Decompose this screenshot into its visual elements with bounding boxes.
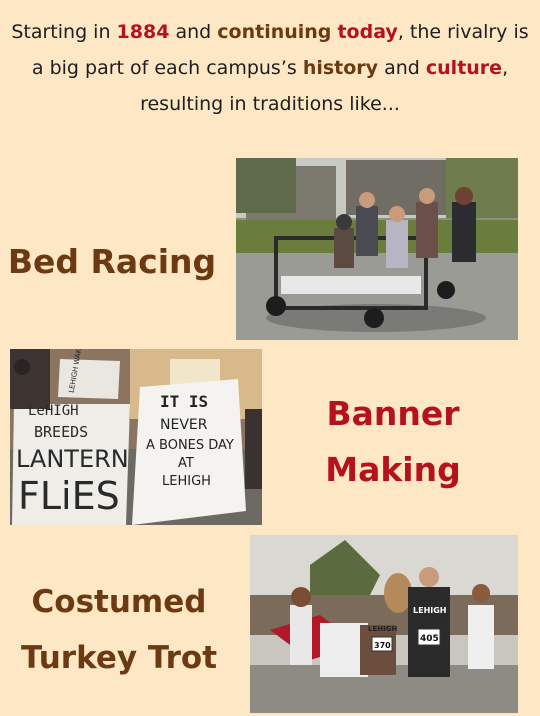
banner-right-line4: AT xyxy=(178,456,194,471)
intro-text: Starting in 1884 and continuing today, t… xyxy=(8,14,532,122)
culture-highlight: culture xyxy=(425,57,503,79)
banner-making-label: Banner Making xyxy=(280,386,506,498)
continuing-highlight: continuing xyxy=(217,21,332,43)
banner-right-line3: A BONES DAY xyxy=(146,438,234,453)
today-highlight: today xyxy=(337,21,398,43)
history-highlight: history xyxy=(302,57,379,79)
banner-making-line2: Making xyxy=(325,450,461,489)
bed-racing-image xyxy=(236,158,518,340)
shirt-text-2: LEHIGH xyxy=(413,606,447,615)
banner-making-photo: LEHIGH WAKES THEN MOM LAFAYETTE LeHIGH B… xyxy=(10,349,262,525)
turkey-trot-label: Costumed Turkey Trot xyxy=(6,574,232,686)
turkey-trot-line1: Costumed xyxy=(31,584,207,620)
banner-left-line2: BREEDS xyxy=(34,423,88,441)
turkey-trot-line2: Turkey Trot xyxy=(20,640,218,676)
banner-left-line4: FLiES xyxy=(18,474,120,518)
bib-370: 370 xyxy=(374,641,391,650)
bed-racing-label: Bed Racing xyxy=(6,236,218,288)
banner-left-line3: LANTERN xyxy=(16,445,129,473)
intro-part: Starting in xyxy=(11,21,117,43)
year-highlight: 1884 xyxy=(116,21,170,43)
banner-making-line1: Banner xyxy=(326,394,460,433)
bib-405: 405 xyxy=(420,634,439,644)
banner-right-line1: IT IS xyxy=(160,392,208,411)
intro-part: and xyxy=(169,21,218,43)
banner-right-line5: LEHIGH xyxy=(162,474,211,489)
banner-making-image: LEHIGH WAKES THEN MOM LAFAYETTE LeHIGH B… xyxy=(10,349,262,525)
bed-racing-text: Bed Racing xyxy=(7,242,217,281)
shirt-text-1: LEHIGH xyxy=(368,625,397,633)
turkey-trot-image: 405 LEHIGH 370 LEHIGH xyxy=(250,535,518,713)
banner-right-line2: NEVER xyxy=(160,417,208,433)
turkey-trot-photo: 405 LEHIGH 370 LEHIGH xyxy=(250,535,518,713)
banner-left-line1: LeHIGH xyxy=(28,403,79,419)
bed-racing-photo xyxy=(236,158,518,340)
intro-part: and xyxy=(378,57,426,79)
